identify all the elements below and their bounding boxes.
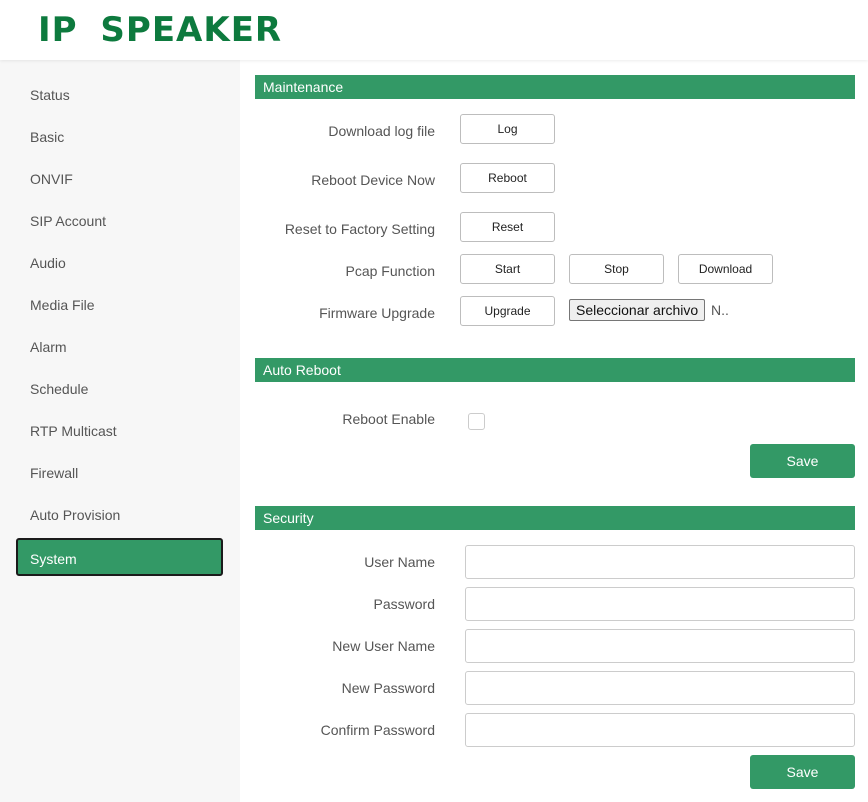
pcap-start-button[interactable]: Start	[460, 254, 555, 284]
sidebar-item-sip-account[interactable]: SIP Account	[16, 202, 223, 240]
pcap-stop-button[interactable]: Stop	[569, 254, 664, 284]
auto-reboot-save-button[interactable]: Save	[750, 444, 855, 478]
user-name-input[interactable]	[465, 545, 855, 579]
user-name-label: User Name	[364, 554, 435, 570]
reboot-enable-checkbox[interactable]	[468, 413, 485, 430]
pcap-label: Pcap Function	[345, 263, 436, 279]
reboot-enable-label: Reboot Enable	[342, 411, 435, 427]
sidebar-item-schedule[interactable]: Schedule	[16, 370, 223, 408]
sidebar-item-onvif[interactable]: ONVIF	[16, 160, 223, 198]
new-user-name-label: New User Name	[332, 638, 435, 654]
sidebar-item-alarm[interactable]: Alarm	[16, 328, 223, 366]
pcap-download-button[interactable]: Download	[678, 254, 773, 284]
firmware-label: Firmware Upgrade	[319, 305, 435, 321]
reboot-label: Reboot Device Now	[311, 172, 435, 188]
reset-button[interactable]: Reset	[460, 212, 555, 242]
password-label: Password	[373, 596, 435, 612]
auto-reboot-section-header: Auto Reboot	[255, 358, 855, 382]
reboot-button[interactable]: Reboot	[460, 163, 555, 193]
reset-label: Reset to Factory Setting	[284, 221, 435, 237]
sidebar-item-auto-provision[interactable]: Auto Provision	[16, 496, 223, 534]
security-section-header: Security	[255, 506, 855, 530]
password-input[interactable]	[465, 587, 855, 621]
new-password-input[interactable]	[465, 671, 855, 705]
file-status: N..	[711, 302, 729, 318]
sidebar-item-basic[interactable]: Basic	[16, 118, 223, 156]
log-button[interactable]: Log	[460, 114, 555, 144]
download-log-label: Download log file	[328, 123, 435, 139]
sidebar-item-rtp-multicast[interactable]: RTP Multicast	[16, 412, 223, 450]
new-user-name-input[interactable]	[465, 629, 855, 663]
sidebar: Status Basic ONVIF SIP Account Audio Med…	[0, 60, 240, 802]
choose-file-button[interactable]: Seleccionar archivo	[569, 299, 706, 321]
logo: IP SPEAKER	[38, 10, 283, 50]
upgrade-button[interactable]: Upgrade	[460, 296, 555, 326]
confirm-password-input[interactable]	[465, 713, 855, 747]
sidebar-item-status[interactable]: Status	[16, 76, 223, 114]
header: IP SPEAKER	[0, 0, 868, 60]
sidebar-item-audio[interactable]: Audio	[16, 244, 223, 282]
sidebar-item-system[interactable]: System	[16, 538, 223, 576]
sidebar-item-firewall[interactable]: Firewall	[16, 454, 223, 492]
sidebar-item-media-file[interactable]: Media File	[16, 286, 223, 324]
maintenance-section-header: Maintenance	[255, 75, 855, 99]
new-password-label: New Password	[341, 680, 435, 696]
security-save-button[interactable]: Save	[750, 755, 855, 789]
confirm-password-label: Confirm Password	[320, 722, 435, 738]
